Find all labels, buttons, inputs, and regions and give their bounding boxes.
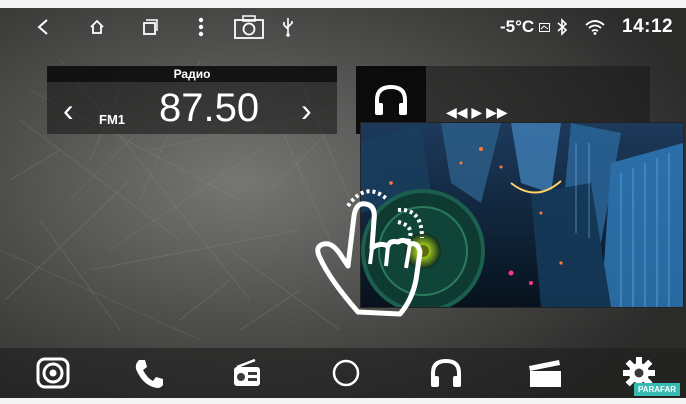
gps-status-icon (538, 8, 550, 46)
dock-camera-lens[interactable] (28, 348, 78, 398)
bluetooth-icon (554, 8, 570, 46)
video-icon (529, 360, 561, 387)
brand-watermark: PARAFAR (634, 383, 680, 396)
back-icon[interactable] (32, 8, 54, 46)
radio-prev-button[interactable]: ‹ (63, 94, 74, 126)
touch-gesture-hand-icon (315, 189, 424, 317)
usb-icon (280, 8, 296, 46)
home-circle-icon (332, 359, 360, 387)
radio-icon (234, 358, 260, 386)
radio-widget-title: Радио (47, 66, 337, 82)
device-frame-bottom (0, 398, 686, 404)
phone-icon (135, 360, 163, 388)
dock-phone[interactable] (124, 348, 174, 398)
wifi-icon (584, 8, 606, 46)
radio-next-button[interactable]: › (301, 94, 312, 126)
music-playback-controls[interactable]: ◀◀ ▶ ▶▶ (446, 104, 508, 121)
camera-icon[interactable] (232, 8, 266, 46)
dock-radio[interactable] (222, 348, 272, 398)
recents-icon[interactable] (138, 8, 160, 46)
head-unit-screen: -5°C 14:12 Радио ‹ FM1 87.50 › ◀◀ ▶ ▶▶ P… (0, 0, 686, 404)
radio-widget[interactable]: Радио ‹ FM1 87.50 › (47, 66, 337, 134)
menu-dots-icon[interactable] (194, 8, 208, 46)
status-bar: -5°C 14:12 (8, 8, 678, 46)
headphones-icon (431, 358, 461, 387)
radio-frequency: 87.50 (159, 86, 260, 130)
camera-lens-icon (36, 357, 70, 389)
headphones-icon (375, 84, 407, 115)
app-dock (0, 348, 686, 398)
clock: 14:12 (622, 16, 674, 37)
dock-video[interactable] (520, 348, 570, 398)
device-frame-top (0, 0, 686, 8)
dock-home[interactable] (321, 348, 371, 398)
temperature-readout: -5°C (500, 17, 535, 36)
home-icon[interactable] (86, 8, 108, 46)
radio-band: FM1 (99, 112, 125, 127)
dock-music[interactable] (421, 348, 471, 398)
